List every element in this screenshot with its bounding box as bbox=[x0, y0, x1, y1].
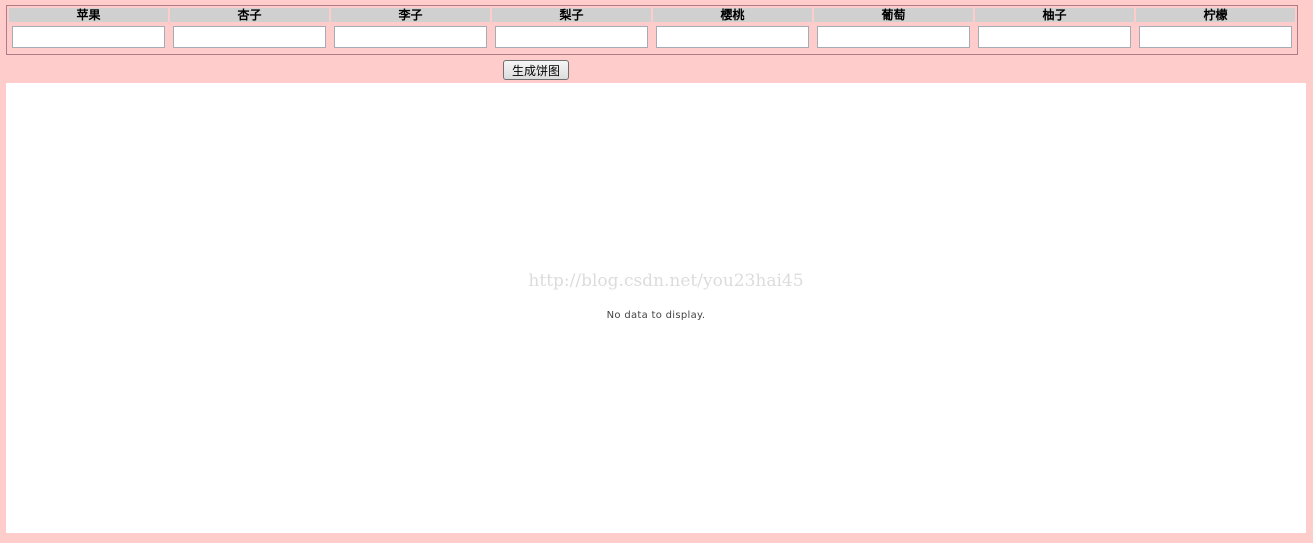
chart-area: http://blog.csdn.net/you23hai45 No data … bbox=[6, 83, 1306, 533]
header-apple: 苹果 bbox=[9, 8, 168, 22]
header-cherry: 樱桃 bbox=[653, 8, 812, 22]
header-plum: 李子 bbox=[331, 8, 490, 22]
fruit-header-row: 苹果 杏子 李子 梨子 樱桃 葡萄 柚子 柠檬 bbox=[9, 8, 1295, 22]
no-data-message: No data to display. bbox=[606, 310, 706, 321]
fruit-table: 苹果 杏子 李子 梨子 樱桃 葡萄 柚子 柠檬 bbox=[7, 6, 1297, 52]
generate-pie-chart-button[interactable]: 生成饼图 bbox=[503, 60, 569, 80]
apple-input[interactable] bbox=[12, 26, 165, 48]
plum-input[interactable] bbox=[334, 26, 487, 48]
header-apricot: 杏子 bbox=[170, 8, 329, 22]
pear-input[interactable] bbox=[495, 26, 648, 48]
grape-input[interactable] bbox=[817, 26, 970, 48]
pomelo-input[interactable] bbox=[978, 26, 1131, 48]
cherry-input[interactable] bbox=[656, 26, 809, 48]
lemon-input[interactable] bbox=[1139, 26, 1292, 48]
header-pomelo: 柚子 bbox=[975, 8, 1134, 22]
watermark: http://blog.csdn.net/you23hai45 bbox=[528, 271, 804, 291]
header-grape: 葡萄 bbox=[814, 8, 973, 22]
fruit-input-row bbox=[9, 24, 1295, 50]
apricot-input[interactable] bbox=[173, 26, 326, 48]
header-lemon: 柠檬 bbox=[1136, 8, 1295, 22]
header-pear: 梨子 bbox=[492, 8, 651, 22]
fruit-input-table: 苹果 杏子 李子 梨子 樱桃 葡萄 柚子 柠檬 bbox=[6, 5, 1298, 55]
